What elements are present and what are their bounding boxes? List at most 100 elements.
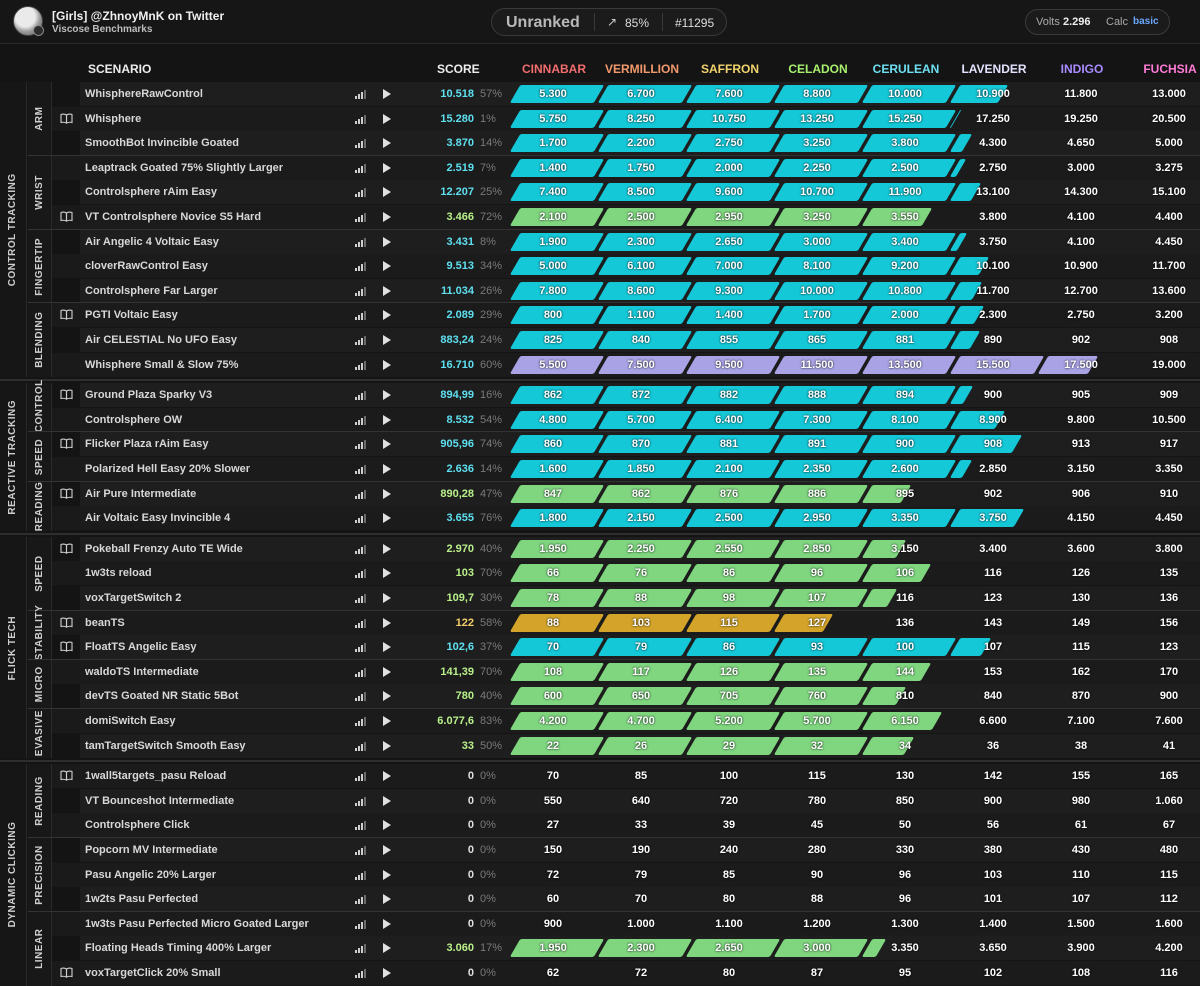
scenario-name[interactable]: VT Bounceshot Intermediate	[85, 795, 234, 807]
leaderboard-icon[interactable]	[355, 741, 366, 751]
leaderboard-icon[interactable]	[355, 894, 366, 905]
play-icon[interactable]	[383, 740, 391, 751]
scenario-name[interactable]: Controlsphere Click	[85, 819, 190, 831]
table-row[interactable]: PGTI Voltaic Easy 2.089 29% 800 1.100 1.400 1.…	[52, 303, 1200, 328]
leaderboard-icon[interactable]	[355, 544, 366, 554]
scenario-name[interactable]: FloatTS Angelic Easy	[85, 641, 196, 653]
table-row[interactable]: Popcorn MV Intermediate 0 0% 150 190 240 280 33…	[52, 838, 1200, 862]
leaderboard-icon[interactable]	[355, 310, 366, 321]
play-icon[interactable]	[383, 568, 391, 579]
table-row[interactable]: Whisphere Small & Slow 75% 16.710 60% 5.500…	[52, 352, 1200, 377]
play-icon[interactable]	[383, 869, 391, 880]
leaderboard-icon[interactable]	[355, 691, 366, 702]
play-icon[interactable]	[383, 212, 391, 222]
play-icon[interactable]	[383, 261, 391, 272]
table-row[interactable]: Whisphere 15.280 1% 5.750 8.250 10.750 13.250 1…	[52, 106, 1200, 131]
scenario-name[interactable]: beanTS	[85, 617, 125, 629]
scenario-name[interactable]: Air Voltaic Easy Invincible 4	[85, 512, 230, 524]
play-icon[interactable]	[383, 236, 391, 247]
book-icon[interactable]	[60, 113, 73, 124]
table-row[interactable]: Air Voltaic Easy Invincible 4 3.655 76% 1.8…	[52, 506, 1200, 531]
leaderboard-icon[interactable]	[355, 820, 366, 831]
leaderboard-icon[interactable]	[355, 870, 366, 880]
leaderboard-icon[interactable]	[355, 464, 366, 474]
table-row[interactable]: Floating Heads Timing 400% Larger 3.060 17…	[52, 936, 1200, 961]
play-icon[interactable]	[383, 943, 391, 954]
table-row[interactable]: Air Pure Intermediate 890,28 47% 847 862 876 8…	[52, 481, 1200, 506]
play-icon[interactable]	[383, 593, 391, 603]
play-icon[interactable]	[383, 464, 391, 474]
table-row[interactable]: Controlsphere Click 0 0% 27 33 39 45 50 56 61 67	[52, 813, 1200, 838]
leaderboard-icon[interactable]	[355, 439, 366, 450]
book-icon[interactable]	[60, 211, 73, 222]
table-row[interactable]: 1w3ts reload 103 70% 66 76 86 96 106 116 126 135	[52, 561, 1200, 586]
leaderboard-icon[interactable]	[355, 716, 366, 726]
scenario-name[interactable]: Floating Heads Timing 400% Larger	[85, 942, 271, 954]
table-row[interactable]: VT Bounceshot Intermediate 0 0% 550 640 720 78…	[52, 788, 1200, 813]
leaderboard-icon[interactable]	[355, 845, 366, 855]
user-name[interactable]: [Girls] @ZhnoyMnK on Twitter	[52, 9, 224, 23]
play-icon[interactable]	[383, 513, 391, 524]
calc-mode-toggle[interactable]: basic	[1133, 16, 1159, 27]
scenario-name[interactable]: devTS Goated NR Static 5Bot	[85, 690, 238, 702]
table-row[interactable]: VT Controlsphere Novice S5 Hard 3.466 72% 2…	[52, 205, 1200, 229]
leaderboard-icon[interactable]	[355, 943, 366, 954]
play-icon[interactable]	[383, 138, 391, 149]
play-icon[interactable]	[383, 894, 391, 905]
book-icon[interactable]	[60, 641, 73, 653]
play-icon[interactable]	[383, 390, 391, 401]
play-icon[interactable]	[383, 642, 391, 653]
leaderboard-icon[interactable]	[355, 261, 366, 272]
play-icon[interactable]	[383, 113, 391, 124]
book-icon[interactable]	[60, 488, 73, 499]
leaderboard-icon[interactable]	[355, 618, 366, 628]
leaderboard-icon[interactable]	[355, 919, 366, 929]
leaderboard-icon[interactable]	[355, 513, 366, 524]
play-icon[interactable]	[383, 968, 391, 978]
leaderboard-icon[interactable]	[355, 286, 366, 296]
table-row[interactable]: Ground Plaza Sparky V3 894,99 16% 862 872 882…	[52, 383, 1200, 408]
scenario-name[interactable]: 1w3ts reload	[85, 567, 152, 579]
table-row[interactable]: Flicker Plaza rAim Easy 905,96 74% 860 870 88…	[52, 432, 1200, 457]
play-icon[interactable]	[383, 918, 391, 929]
play-icon[interactable]	[383, 845, 391, 855]
play-icon[interactable]	[383, 795, 391, 806]
book-icon[interactable]	[60, 309, 73, 321]
scenario-name[interactable]: Polarized Hell Easy 20% Slower	[85, 463, 250, 475]
play-icon[interactable]	[383, 187, 391, 198]
scenario-name[interactable]: Pokeball Frenzy Auto TE Wide	[85, 543, 243, 555]
table-row[interactable]: Polarized Hell Easy 20% Slower 2.636 14% 1.…	[52, 457, 1200, 481]
leaderboard-icon[interactable]	[355, 212, 366, 222]
scenario-name[interactable]: Air Pure Intermediate	[85, 488, 196, 500]
leaderboard-icon[interactable]	[355, 335, 366, 345]
play-icon[interactable]	[383, 488, 391, 499]
table-row[interactable]: Air Angelic 4 Voltaic Easy 3.431 8% 1.900 2.…	[52, 229, 1200, 254]
book-icon[interactable]	[60, 438, 73, 450]
leaderboard-icon[interactable]	[355, 138, 366, 149]
scenario-name[interactable]: Air CELESTIAL No UFO Easy	[85, 334, 237, 346]
scenario-name[interactable]: 1w2ts Pasu Perfected	[85, 893, 198, 905]
play-icon[interactable]	[383, 691, 391, 702]
table-row[interactable]: voxTargetSwitch 2 109,7 30% 78 88 98 107 116 123…	[52, 586, 1200, 610]
scenario-name[interactable]: Whisphere	[85, 113, 141, 125]
table-row[interactable]: SmoothBot Invincible Goated 3.870 14% 1.700…	[52, 131, 1200, 156]
scenario-name[interactable]: Ground Plaza Sparky V3	[85, 389, 212, 401]
scenario-name[interactable]: WhisphereRawControl	[85, 88, 203, 100]
scenario-name[interactable]: cloverRawControl Easy	[85, 260, 208, 272]
table-row[interactable]: 1w3ts Pasu Perfected Micro Goated Larger…	[52, 911, 1200, 936]
play-icon[interactable]	[383, 162, 391, 173]
scenario-name[interactable]: Air Angelic 4 Voltaic Easy	[85, 236, 219, 248]
leaderboard-icon[interactable]	[355, 968, 366, 978]
book-icon[interactable]	[60, 967, 73, 978]
table-row[interactable]: WhisphereRawControl 10.518 57% 5.300 6.700 7.…	[52, 82, 1200, 106]
table-row[interactable]: beanTS 122 58% 88 103 115 127 136 143 149 156	[52, 610, 1200, 635]
scenario-name[interactable]: 1w3ts Pasu Perfected Micro Goated Larger	[85, 918, 309, 930]
leaderboard-icon[interactable]	[355, 237, 366, 247]
scenario-name[interactable]: Controlsphere OW	[85, 414, 182, 426]
leaderboard-icon[interactable]	[355, 642, 366, 653]
book-icon[interactable]	[60, 617, 73, 628]
play-icon[interactable]	[383, 543, 391, 554]
leaderboard-icon[interactable]	[355, 771, 366, 782]
scenario-name[interactable]: Popcorn MV Intermediate	[85, 844, 218, 856]
play-icon[interactable]	[383, 771, 391, 782]
